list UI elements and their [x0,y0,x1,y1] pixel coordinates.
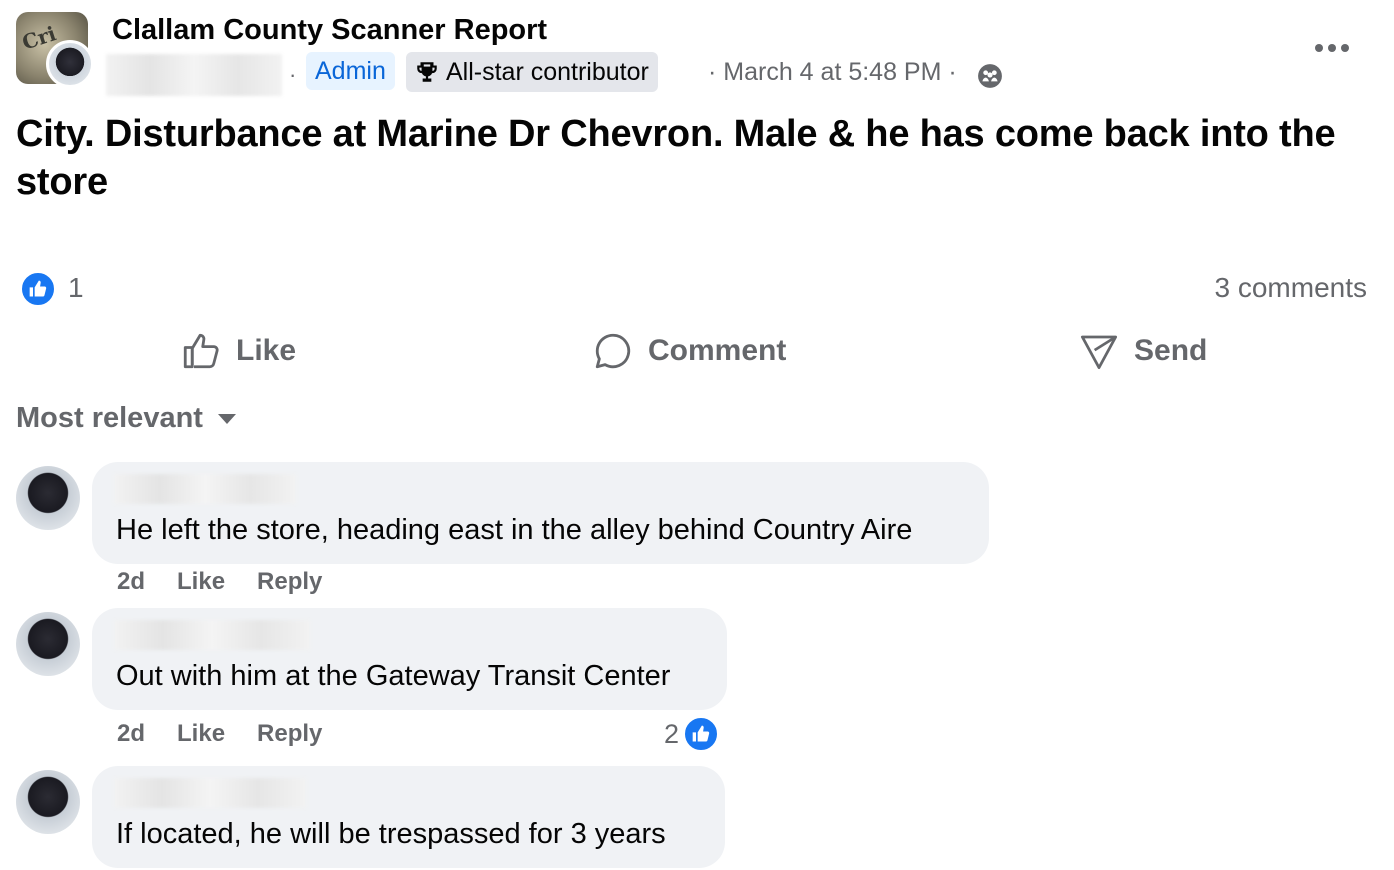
thumbs-up-icon [29,280,47,297]
comment-sort-dropdown[interactable]: Most relevant [16,402,237,435]
comment-like-button[interactable]: Like [177,720,225,748]
reaction-count[interactable]: 1 [68,272,84,304]
comment-reply-button[interactable]: Reply [257,720,322,748]
comment-age[interactable]: 2d [117,568,145,596]
comment-button-label: Comment [648,334,787,367]
commenter-name-redacted[interactable] [114,620,310,650]
admin-badge: Admin [306,52,395,90]
comment-reply-button[interactable]: Reply [257,568,322,596]
commenter-avatar[interactable] [16,770,80,834]
comment-actions: 2d Like Reply [117,568,322,596]
allstar-contributor-badge: All-star contributor [406,52,658,92]
sort-label: Most relevant [16,402,203,434]
comment-text: He left the store, heading east in the a… [116,514,913,546]
group-name-link[interactable]: Clallam County Scanner Report [112,14,547,47]
comment-bubble: If located, he will be trespassed for 3 … [92,766,725,868]
comment-bubble-icon [595,333,631,369]
comment-age[interactable]: 2d [117,720,145,748]
comment-text: If located, he will be trespassed for 3 … [116,818,666,850]
author-name-redacted[interactable] [106,54,282,96]
meta-separator: · [708,58,717,86]
commenter-avatar[interactable] [16,466,80,530]
like-button-label: Like [236,334,297,367]
more-options-icon[interactable] [1312,30,1352,66]
comment-bubble: He left the store, heading east in the a… [92,462,989,564]
comment-button[interactable]: Comment [592,326,786,376]
group-members-icon [978,64,1002,88]
allstar-badge-label: All-star contributor [446,58,649,86]
send-button-label: Send [1134,334,1208,367]
like-reaction-icon [683,716,720,752]
comment-text: Out with him at the Gateway Transit Cent… [116,660,671,692]
commenter-avatar[interactable] [16,612,80,676]
thumbs-up-icon [692,725,710,742]
meta-separator: · [289,62,297,87]
post-meta: · March 4 at 5:48 PM · [708,58,957,87]
comment-actions: 2d Like Reply [117,720,322,748]
commenter-name-redacted[interactable] [114,778,306,808]
send-button[interactable]: Send [1078,326,1207,376]
comment-reactions[interactable]: 2 [664,716,720,752]
like-button[interactable]: Like [180,326,296,376]
comment-bubble: Out with him at the Gateway Transit Cent… [92,608,727,710]
comment-reaction-count: 2 [664,718,680,749]
thumbs-up-outline-icon [183,333,219,369]
commenter-name-redacted[interactable] [114,474,296,504]
caret-down-icon [217,413,236,424]
meta-separator: · [948,58,957,86]
author-avatar[interactable] [46,40,94,88]
like-reaction-icon[interactable] [20,271,56,307]
comment-like-button[interactable]: Like [177,568,225,596]
trophy-icon [417,62,437,82]
send-icon [1080,335,1118,370]
post-text: City. Disturbance at Marine Dr Chevron. … [16,113,1336,203]
comments-count-link[interactable]: 3 comments [1215,272,1368,304]
post-timestamp[interactable]: March 4 at 5:48 PM [723,58,941,86]
